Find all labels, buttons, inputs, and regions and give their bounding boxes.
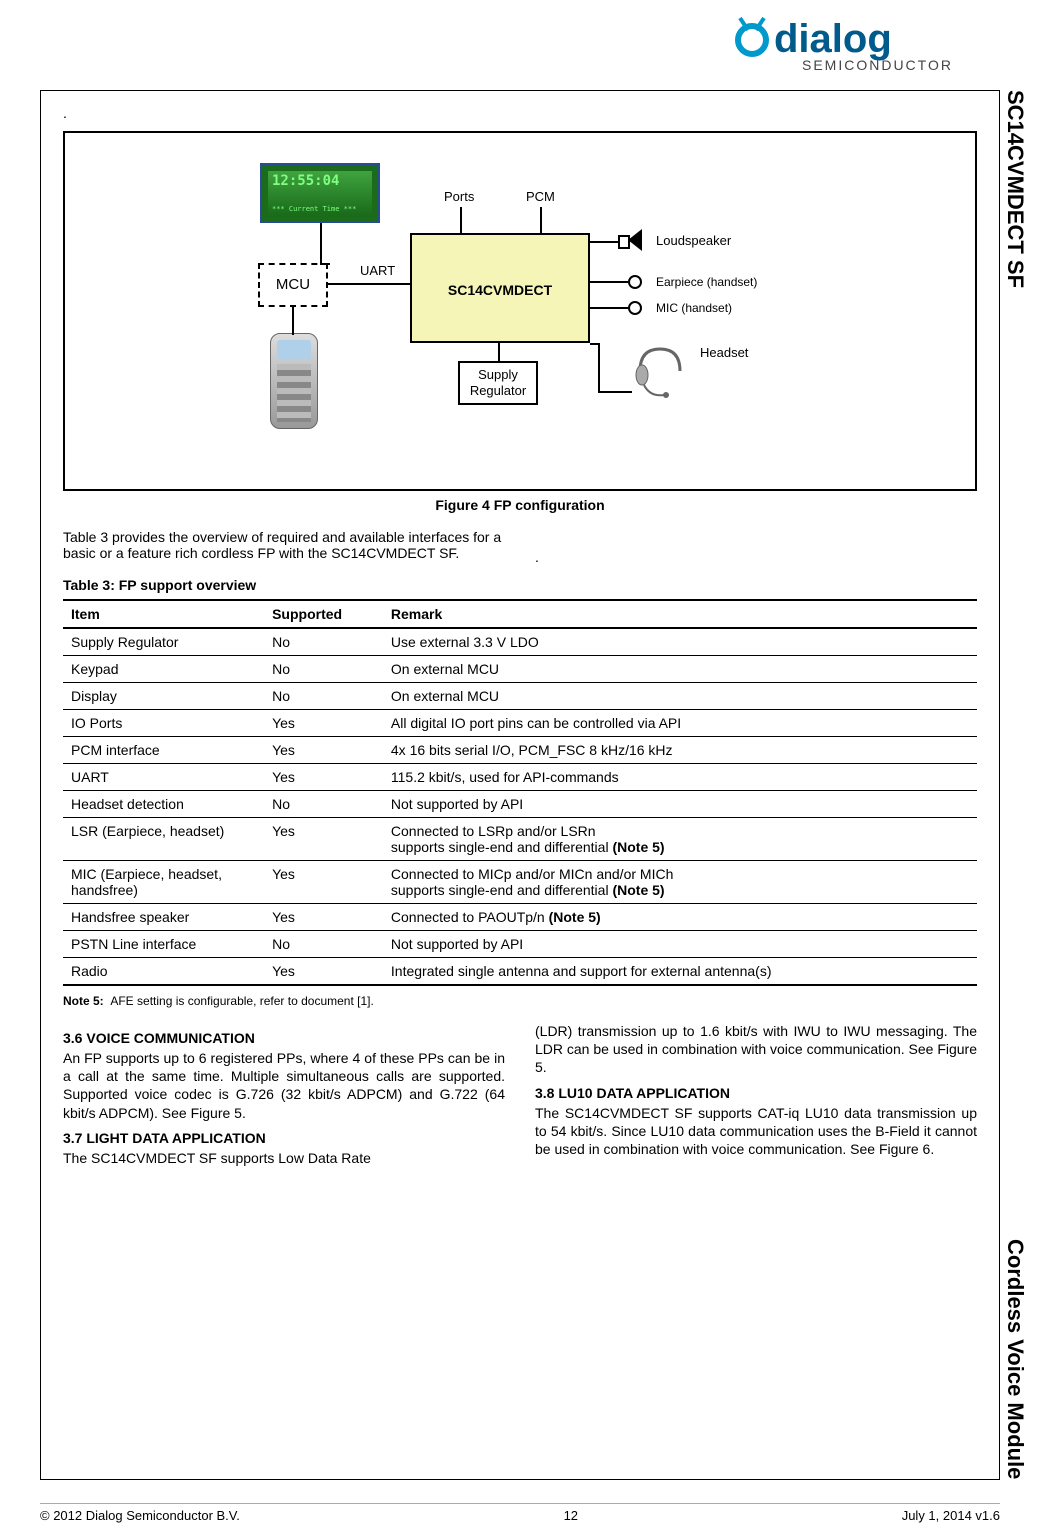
lcd-icon: 12:55:04 *** Current Time *** (260, 163, 380, 223)
cell-supported: Yes (264, 904, 383, 931)
mic-label: MIC (handset) (656, 301, 732, 315)
th-supported: Supported (264, 600, 383, 628)
cell-item: IO Ports (63, 710, 264, 737)
cell-item: MIC (Earpiece, headset, handsfree) (63, 861, 264, 904)
note-5: Note 5: AFE setting is configurable, ref… (63, 994, 977, 1008)
content-frame: . 12:55:04 *** Current Time *** MCU SC14… (40, 90, 1000, 1480)
side-label-bottom: Cordless Voice Module (1002, 1239, 1028, 1479)
cell-item: Radio (63, 958, 264, 986)
cell-remark: Connected to LSRp and/or LSRnsupports si… (383, 818, 977, 861)
section-3-6-body: An FP supports up to 6 registered PPs, w… (63, 1049, 505, 1122)
fp-support-table: Item Supported Remark Supply RegulatorNo… (63, 599, 977, 986)
cell-remark: Not supported by API (383, 931, 977, 958)
cell-remark: Not supported by API (383, 791, 977, 818)
footer-copyright: © 2012 Dialog Semiconductor B.V. (40, 1508, 240, 1523)
leading-dot: . (63, 105, 977, 121)
brand-logo: dialog SEMICONDUCTOR (730, 16, 990, 76)
loudspeaker-label: Loudspeaker (656, 233, 731, 248)
cell-remark: Integrated single antenna and support fo… (383, 958, 977, 986)
headset-label: Headset (700, 345, 748, 360)
th-remark: Remark (383, 600, 977, 628)
footer-date: July 1, 2014 v1.6 (902, 1508, 1000, 1523)
table-caption: Table 3: FP support overview (63, 577, 977, 593)
table-row: UARTYes115.2 kbit/s, used for API-comman… (63, 764, 977, 791)
ports-label: Ports (444, 189, 474, 204)
cell-item: Keypad (63, 656, 264, 683)
pcm-label: PCM (526, 189, 555, 204)
table-row: IO PortsYesAll digital IO port pins can … (63, 710, 977, 737)
intro-paragraph: Table 3 provides the overview of require… (63, 529, 505, 565)
svg-text:SEMICONDUCTOR: SEMICONDUCTOR (802, 57, 953, 73)
section-3-6-head: 3.6 VOICE COMMUNICATION (63, 1030, 505, 1046)
cell-remark: On external MCU (383, 683, 977, 710)
cell-item: Supply Regulator (63, 628, 264, 656)
cell-item: PSTN Line interface (63, 931, 264, 958)
mic-icon (628, 301, 642, 315)
th-item: Item (63, 600, 264, 628)
intro-dot: . (535, 529, 977, 565)
cell-supported: Yes (264, 861, 383, 904)
table-row: Supply RegulatorNoUse external 3.3 V LDO (63, 628, 977, 656)
table-row: DisplayNoOn external MCU (63, 683, 977, 710)
section-3-8-body: The SC14CVMDECT SF supports CAT-iq LU10 … (535, 1104, 977, 1159)
cell-supported: Yes (264, 958, 383, 986)
footer-page: 12 (564, 1508, 578, 1523)
cell-item: UART (63, 764, 264, 791)
cell-remark: Connected to PAOUTp/n (Note 5) (383, 904, 977, 931)
cell-supported: No (264, 791, 383, 818)
cell-remark: Use external 3.3 V LDO (383, 628, 977, 656)
cell-remark: On external MCU (383, 656, 977, 683)
section-3-8-head: 3.8 LU10 DATA APPLICATION (535, 1085, 977, 1101)
cell-supported: No (264, 931, 383, 958)
table-row: LSR (Earpiece, headset)YesConnected to L… (63, 818, 977, 861)
section-3-7-body-lead: The SC14CVMDECT SF supports Low Data Rat… (63, 1149, 505, 1167)
cell-supported: Yes (264, 764, 383, 791)
cell-supported: No (264, 628, 383, 656)
table-row: Headset detectionNoNot supported by API (63, 791, 977, 818)
cell-item: Display (63, 683, 264, 710)
cell-supported: No (264, 683, 383, 710)
cell-item: LSR (Earpiece, headset) (63, 818, 264, 861)
phone-icon (270, 333, 318, 429)
cell-supported: No (264, 656, 383, 683)
cell-supported: Yes (264, 737, 383, 764)
cell-item: Headset detection (63, 791, 264, 818)
uart-label: UART (360, 263, 395, 278)
mcu-block: MCU (258, 263, 328, 307)
cell-item: Handsfree speaker (63, 904, 264, 931)
table-row: Handsfree speakerYesConnected to PAOUTp/… (63, 904, 977, 931)
table-row: RadioYesIntegrated single antenna and su… (63, 958, 977, 986)
cell-remark: All digital IO port pins can be controll… (383, 710, 977, 737)
loudspeaker-icon (618, 229, 646, 251)
cell-supported: Yes (264, 818, 383, 861)
svg-text:dialog: dialog (774, 17, 892, 61)
table-row: MIC (Earpiece, headset, handsfree)YesCon… (63, 861, 977, 904)
side-label-top: SC14CVMDECT SF (1002, 90, 1028, 288)
headset-icon (630, 341, 690, 401)
cell-supported: Yes (264, 710, 383, 737)
figure-4-diagram: 12:55:04 *** Current Time *** MCU SC14CV… (63, 131, 977, 491)
cell-remark: 4x 16 bits serial I/O, PCM_FSC 8 kHz/16 … (383, 737, 977, 764)
cell-remark: Connected to MICp and/or MICn and/or MIC… (383, 861, 977, 904)
section-3-7-body-cont: (LDR) transmission up to 1.6 kbit/s with… (535, 1022, 977, 1077)
table-row: PSTN Line interfaceNoNot supported by AP… (63, 931, 977, 958)
cell-remark: 115.2 kbit/s, used for API-commands (383, 764, 977, 791)
section-3-7-head: 3.7 LIGHT DATA APPLICATION (63, 1130, 505, 1146)
table-row: PCM interfaceYes4x 16 bits serial I/O, P… (63, 737, 977, 764)
earpiece-label: Earpiece (handset) (656, 275, 757, 289)
earpiece-icon (628, 275, 642, 289)
cell-item: PCM interface (63, 737, 264, 764)
supply-regulator-block: Supply Regulator (458, 361, 538, 405)
figure-caption: Figure 4 FP configuration (63, 497, 977, 513)
sc14cvmdect-block: SC14CVMDECT (410, 233, 590, 343)
page-footer: © 2012 Dialog Semiconductor B.V. 12 July… (40, 1503, 1000, 1523)
table-row: KeypadNoOn external MCU (63, 656, 977, 683)
